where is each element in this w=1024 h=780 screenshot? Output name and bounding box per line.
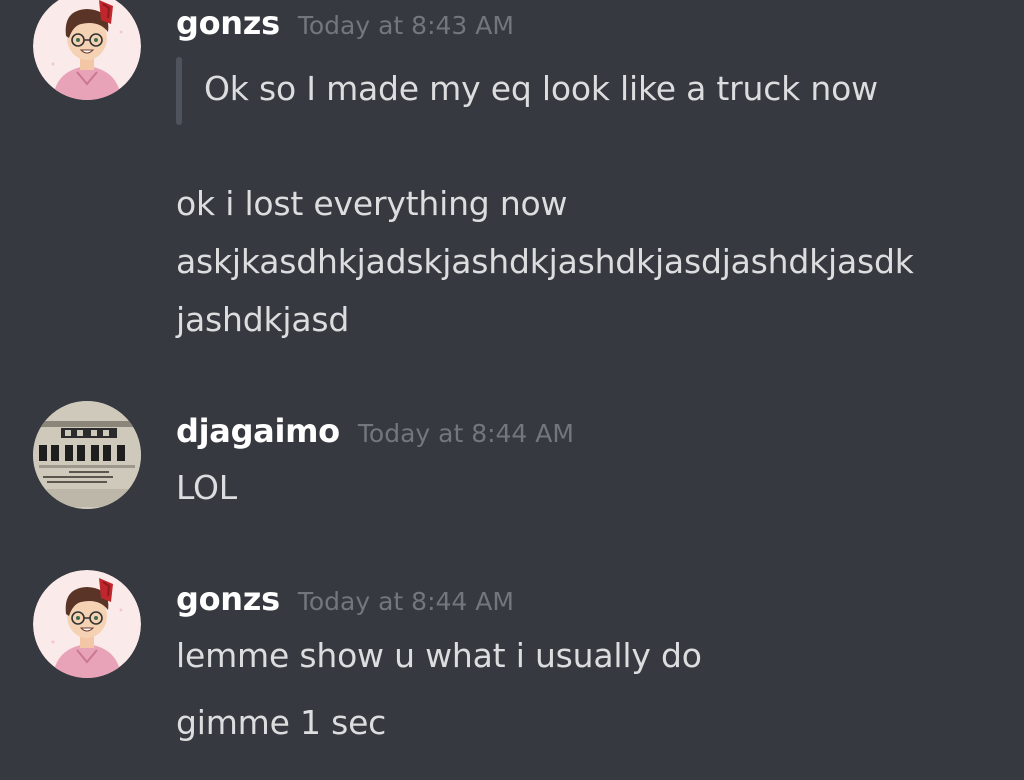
message-text: askjkasdhkjadskjashdkjashdkjasdjashdkjas… [176,242,914,281]
newspaper-avatar-icon [33,401,141,509]
timestamp: Today at 8:44 AM [297,587,514,616]
message-header: gonzs Today at 8:44 AM [176,580,514,618]
user-avatar[interactable] [33,0,141,100]
chat-messages: gonzs Today at 8:43 AM Ok so I made my eq… [0,0,1024,780]
message-header: djagaimo Today at 8:44 AM [176,412,574,450]
message-text: lemme show u what i usually do [176,636,702,675]
user-avatar[interactable] [33,570,141,678]
message-text: LOL [176,468,237,507]
message-text: ok i lost everything now [176,184,568,223]
message-text: jashdkjasd [176,300,350,339]
timestamp: Today at 8:44 AM [357,419,574,448]
username[interactable]: gonzs [176,580,280,618]
message-header: gonzs Today at 8:43 AM [176,4,514,42]
username[interactable]: gonzs [176,4,280,42]
timestamp: Today at 8:43 AM [297,11,514,40]
cartoon-girl-avatar-icon [33,570,141,678]
message-text: gimme 1 sec [176,703,387,742]
quote-text: Ok so I made my eq look like a truck now [204,69,878,108]
username[interactable]: djagaimo [176,412,340,450]
cartoon-girl-avatar-icon [33,0,141,100]
user-avatar[interactable] [33,401,141,509]
quote-bar [176,57,182,125]
